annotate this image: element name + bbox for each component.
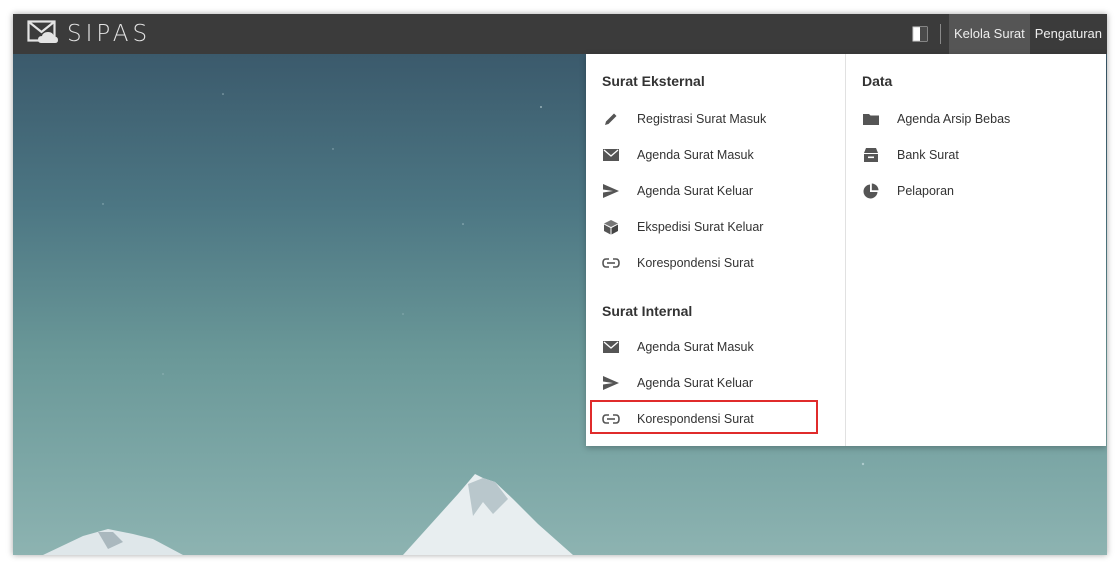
send-icon <box>601 373 621 393</box>
menu-item-korespondensi-surat[interactable]: Korespondensi Surat <box>601 250 754 276</box>
menu-item-label: Agenda Arsip Bebas <box>897 112 1011 126</box>
pie-chart-icon <box>861 181 881 201</box>
menu-item-label: Bank Surat <box>897 148 959 162</box>
envelope-icon <box>601 337 621 357</box>
section-title-surat-eksternal: Surat Eksternal <box>602 73 705 89</box>
menu-item-agenda-arsip-bebas[interactable]: Agenda Arsip Bebas <box>861 106 1010 132</box>
nav-kelola-surat[interactable]: Kelola Surat <box>948 14 1030 54</box>
menu-item-label: Registrasi Surat Masuk <box>637 112 767 126</box>
app-name: SIPAS <box>67 21 152 47</box>
send-icon <box>601 181 621 201</box>
section-title-data: Data <box>862 73 893 89</box>
menu-item-ekspedisi-surat-keluar[interactable]: Ekspedisi Surat Keluar <box>601 214 763 240</box>
menu-column-data: Data Agenda Arsip Bebas Bank Surat Pelap… <box>846 54 1106 446</box>
menu-item-label: Korespondensi Surat <box>637 256 754 270</box>
top-navbar: SIPAS Kelola Surat Pengaturan <box>13 14 1107 54</box>
menu-item-label: Ekspedisi Surat Keluar <box>637 220 764 234</box>
menu-item-internal-agenda-surat-keluar[interactable]: Agenda Surat Keluar <box>601 370 753 396</box>
mail-cloud-logo-icon <box>27 19 61 50</box>
app-logo[interactable]: SIPAS <box>27 19 152 50</box>
nav-separator <box>939 24 941 44</box>
archive-icon <box>861 145 881 165</box>
menu-item-label: Agenda Surat Masuk <box>637 148 754 162</box>
menu-dropdown: Surat Eksternal Registrasi Surat Masuk A… <box>586 54 1106 446</box>
menu-item-pelaporan[interactable]: Pelaporan <box>861 178 954 204</box>
highlight-box <box>590 400 818 434</box>
menu-item-bank-surat[interactable]: Bank Surat <box>861 142 959 168</box>
pencil-icon <box>601 109 621 129</box>
book-icon[interactable] <box>910 24 930 44</box>
menu-column-surat: Surat Eksternal Registrasi Surat Masuk A… <box>586 54 846 446</box>
menu-item-label: Agenda Surat Masuk <box>637 340 754 354</box>
section-title-surat-internal: Surat Internal <box>602 303 693 319</box>
menu-item-agenda-surat-masuk[interactable]: Agenda Surat Masuk <box>601 142 754 168</box>
link-icon <box>601 253 621 273</box>
menu-item-label: Agenda Surat Keluar <box>637 184 754 198</box>
nav-pengaturan[interactable]: Pengaturan <box>1030 14 1107 54</box>
package-icon <box>601 217 621 237</box>
top-nav: Kelola Surat Pengaturan <box>910 14 1107 54</box>
menu-item-label: Agenda Surat Keluar <box>637 376 754 390</box>
app-window: SIPAS Kelola Surat Pengaturan Surat Ekst… <box>13 14 1107 555</box>
menu-item-registrasi-surat-masuk[interactable]: Registrasi Surat Masuk <box>601 106 766 132</box>
menu-item-internal-agenda-surat-masuk[interactable]: Agenda Surat Masuk <box>601 334 754 360</box>
envelope-icon <box>601 145 621 165</box>
folder-icon <box>861 109 881 129</box>
menu-item-agenda-surat-keluar[interactable]: Agenda Surat Keluar <box>601 178 753 204</box>
menu-item-label: Pelaporan <box>897 184 954 198</box>
